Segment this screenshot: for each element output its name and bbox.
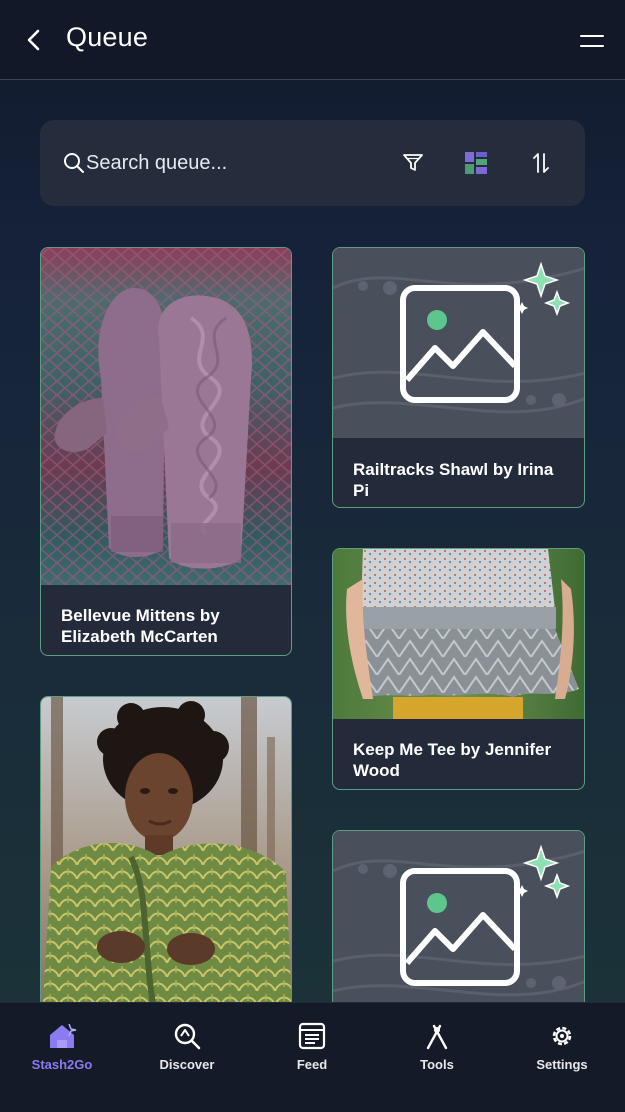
tab-label: Stash2Go bbox=[31, 1057, 93, 1072]
card-title: Bellevue Mittens by Elizabeth McCarten bbox=[61, 606, 220, 646]
tab-discover[interactable]: Discover bbox=[137, 1021, 237, 1081]
search-bar bbox=[40, 120, 585, 206]
back-button[interactable] bbox=[18, 24, 50, 56]
card-title: Keep Me Tee by Jennifer Wood bbox=[353, 740, 552, 780]
settings-icon bbox=[552, 1026, 572, 1046]
pattern-card[interactable] bbox=[40, 696, 292, 1036]
tab-label: Discover bbox=[159, 1057, 215, 1072]
tab-label: Feed bbox=[296, 1057, 328, 1072]
placeholder-image bbox=[333, 248, 584, 438]
tab-stash2go[interactable]: Stash2Go bbox=[12, 1021, 112, 1081]
pattern-card[interactable] bbox=[332, 830, 585, 1030]
mittens-photo bbox=[41, 248, 291, 585]
grid-view-icon bbox=[465, 152, 487, 174]
pattern-card[interactable]: Railtracks Shawl by Irina Pi bbox=[332, 247, 585, 508]
pattern-card[interactable]: Bellevue Mittens by Elizabeth McCarten bbox=[40, 247, 292, 656]
tab-feed[interactable]: Feed bbox=[262, 1021, 362, 1081]
tab-settings[interactable]: Settings bbox=[512, 1021, 612, 1081]
search-icon bbox=[64, 153, 84, 173]
tools-icon bbox=[426, 1024, 448, 1050]
feed-icon bbox=[298, 1022, 326, 1050]
menu-button[interactable] bbox=[577, 26, 607, 56]
hamburger-icon bbox=[580, 35, 604, 47]
tab-label: Settings bbox=[536, 1057, 588, 1072]
pattern-card[interactable]: Keep Me Tee by Jennifer Wood bbox=[332, 548, 585, 790]
discover-icon bbox=[174, 1023, 201, 1050]
filter-button[interactable] bbox=[399, 149, 427, 177]
shawl-model-photo bbox=[41, 697, 291, 1035]
search-input[interactable] bbox=[86, 148, 376, 178]
card-title: Railtracks Shawl by Irina Pi bbox=[353, 460, 554, 500]
page-title: Queue bbox=[66, 22, 149, 52]
filter-icon bbox=[403, 154, 423, 171]
tab-label: Tools bbox=[420, 1057, 454, 1072]
home-icon bbox=[50, 1023, 77, 1048]
bottom-tab-bar: Stash2Go Discover Feed Tools Settings bbox=[0, 1002, 625, 1112]
tee-photo bbox=[333, 549, 584, 719]
sort-icon bbox=[533, 153, 549, 173]
view-toggle-button[interactable] bbox=[462, 149, 490, 177]
tab-tools[interactable]: Tools bbox=[387, 1021, 487, 1081]
placeholder-image bbox=[333, 831, 584, 1029]
chevron-left-icon bbox=[27, 29, 40, 51]
app-header: Queue bbox=[0, 0, 625, 80]
sort-button[interactable] bbox=[527, 149, 555, 177]
